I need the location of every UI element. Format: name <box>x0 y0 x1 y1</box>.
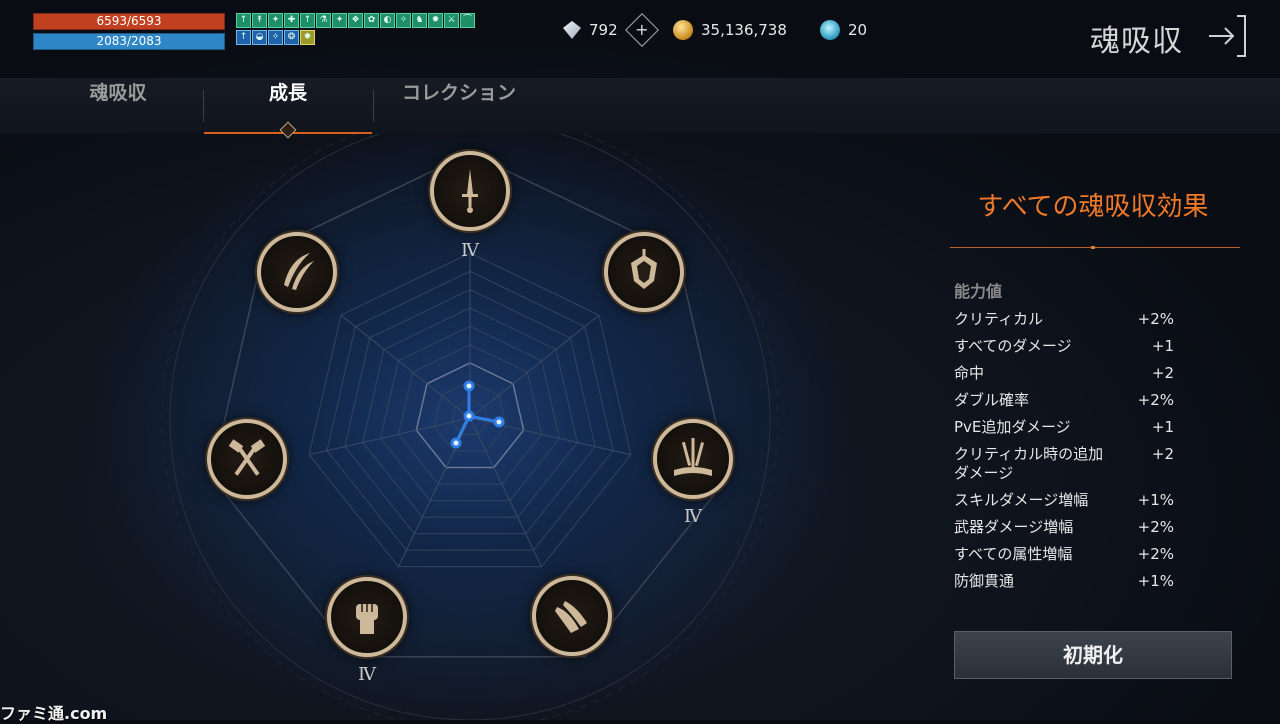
effects-title: すべての魂吸収効果 <box>977 192 1209 222</box>
stat-value: +2% <box>1137 310 1174 328</box>
stat-value: +1% <box>1137 491 1174 509</box>
fist-node[interactable] <box>327 577 407 657</box>
buff-icon[interactable]: ✿ <box>364 13 379 28</box>
tier-label: Ⅳ <box>684 506 702 527</box>
exit-icon <box>1209 15 1246 57</box>
buff-icon[interactable]: ↑ <box>236 30 251 45</box>
buff-icon[interactable]: ❖ <box>348 13 363 28</box>
soul-amount: 20 <box>848 21 868 39</box>
crossed-hammers-icon <box>228 439 266 476</box>
radar-spoke <box>469 417 543 567</box>
stat-value: +2% <box>1137 545 1174 563</box>
stat-value: +1 <box>1151 337 1174 355</box>
gold-coin-icon <box>673 20 693 40</box>
buff-icon[interactable]: ✦ <box>332 13 347 28</box>
buff-icon[interactable]: ◐ <box>380 13 395 28</box>
buff-icon[interactable]: ♞ <box>412 13 427 28</box>
gold-amount: 35,136,738 <box>701 21 787 39</box>
radar-value-shape <box>450 380 505 449</box>
buff-icon[interactable]: ✧ <box>268 30 283 45</box>
stat-row: すべての属性増幅 +2% <box>954 545 1174 564</box>
dagger-node[interactable] <box>430 151 510 231</box>
stat-row: 命中 +2 <box>954 364 1174 383</box>
stat-row: クリティカル時の追加ダメージ +2 <box>954 445 1174 483</box>
tab-soul-absorb[interactable]: 魂吸収 <box>34 78 202 134</box>
stat-row: 防御貫通 +1% <box>954 572 1174 591</box>
diamond-currency: 792 + <box>563 13 659 47</box>
diamond-amount: 792 <box>589 21 618 39</box>
fist-icon <box>356 604 378 634</box>
stat-row: 武器ダメージ増幅 +2% <box>954 518 1174 537</box>
stat-name: 武器ダメージ増幅 <box>954 518 1074 536</box>
stat-list[interactable]: クリティカル +2% すべてのダメージ +1 命中 +2 ダブル確率 +2% PvE追加… <box>954 310 1174 598</box>
buff-icon[interactable]: ✧ <box>396 13 411 28</box>
stat-name: 防御貫通 <box>954 572 1015 590</box>
stat-value: +2% <box>1137 518 1174 536</box>
buff-icon[interactable]: ↟ <box>252 13 267 28</box>
stat-row: PvE追加ダメージ +1 <box>954 418 1174 437</box>
buff-icon[interactable]: ✹ <box>300 30 315 45</box>
shield-crest-icon <box>631 249 657 289</box>
tier-label: Ⅳ <box>461 240 479 261</box>
reset-button[interactable]: 初期化 <box>954 631 1232 679</box>
stat-value: +2 <box>1151 364 1174 382</box>
stat-row: クリティカル +2% <box>954 310 1174 329</box>
praying-hands-node[interactable] <box>532 576 612 656</box>
page-title: 魂吸収 <box>1090 24 1183 59</box>
crossed-hammers-node[interactable] <box>207 419 287 499</box>
swords-book-node[interactable] <box>653 419 733 499</box>
growth-radar: Ⅳ Ⅳ Ⅳ <box>0 134 940 720</box>
stat-name: すべての属性増幅 <box>954 545 1073 563</box>
add-diamond-button[interactable]: + <box>624 13 659 47</box>
swords-book-icon <box>674 438 712 476</box>
buff-icon[interactable]: ⚔ <box>444 13 459 28</box>
stat-value: +2% <box>1137 391 1174 409</box>
stat-value: +1% <box>1137 572 1174 590</box>
stat-name: PvE追加ダメージ <box>954 418 1071 436</box>
hp-bar: 6593/6593 <box>33 13 225 30</box>
plus-icon: + <box>634 20 649 39</box>
stat-name: 命中 <box>954 364 985 382</box>
buff-row-2: ↑ ◒ ✧ ❂ ✹ <box>236 30 476 45</box>
tab-collection[interactable]: コレクション <box>374 78 544 134</box>
stat-name: クリティカル時の追加ダメージ <box>954 445 1104 482</box>
buff-icon[interactable]: ✹ <box>428 13 443 28</box>
dagger-icon <box>462 169 478 213</box>
tab-bar: 魂吸収 成長 コレクション <box>0 78 1280 134</box>
stat-row: スキルダメージ増幅 +1% <box>954 491 1174 510</box>
diamond-icon <box>563 21 581 39</box>
title-divider <box>950 246 1240 249</box>
soul-stone-icon <box>820 20 840 40</box>
stat-name: すべてのダメージ <box>954 337 1072 355</box>
watermark-logo: ファミ通.com <box>0 704 108 723</box>
buff-icon[interactable]: ↑ <box>236 13 251 28</box>
exit-button[interactable] <box>1205 14 1249 58</box>
stat-row: すべてのダメージ +1 <box>954 337 1174 356</box>
buff-icon[interactable]: ⌒ <box>460 13 475 28</box>
feathers-icon <box>284 253 314 290</box>
stat-name: スキルダメージ増幅 <box>954 491 1089 509</box>
stat-value: +1 <box>1151 418 1174 436</box>
stat-name: ダブル確率 <box>954 391 1030 409</box>
stat-row: ダブル確率 +2% <box>954 391 1174 410</box>
status-bars: 6593/6593 2083/2083 <box>33 13 225 53</box>
shield-crest-node[interactable] <box>604 232 684 312</box>
praying-hands-icon <box>555 601 587 633</box>
buff-icon[interactable]: ◒ <box>252 30 267 45</box>
section-label: 能力値 <box>954 282 1003 301</box>
feathers-node[interactable] <box>257 232 337 312</box>
buff-icon[interactable]: ⚗ <box>316 13 331 28</box>
gold-currency: 35,136,738 <box>673 18 787 42</box>
soul-currency: 20 <box>820 18 867 42</box>
buff-icon[interactable]: ✦ <box>268 13 283 28</box>
buff-icon[interactable]: ❂ <box>284 30 299 45</box>
buff-row-1: ↑ ↟ ✦ ✚ ↑ ⚗ ✦ ❖ ✿ ◐ ✧ ♞ ✹ ⚔ ⌒ <box>236 13 476 28</box>
tier-label: Ⅳ <box>358 664 376 685</box>
mp-bar: 2083/2083 <box>33 33 225 50</box>
buff-icon[interactable]: ✚ <box>284 13 299 28</box>
buff-list: ↑ ↟ ✦ ✚ ↑ ⚗ ✦ ❖ ✿ ◐ ✧ ♞ ✹ ⚔ ⌒ ↑ ◒ ✧ ❂ ✹ <box>236 13 476 47</box>
buff-icon[interactable]: ↑ <box>300 13 315 28</box>
stat-name: クリティカル <box>954 310 1044 328</box>
stat-value: +2 <box>1151 445 1174 463</box>
